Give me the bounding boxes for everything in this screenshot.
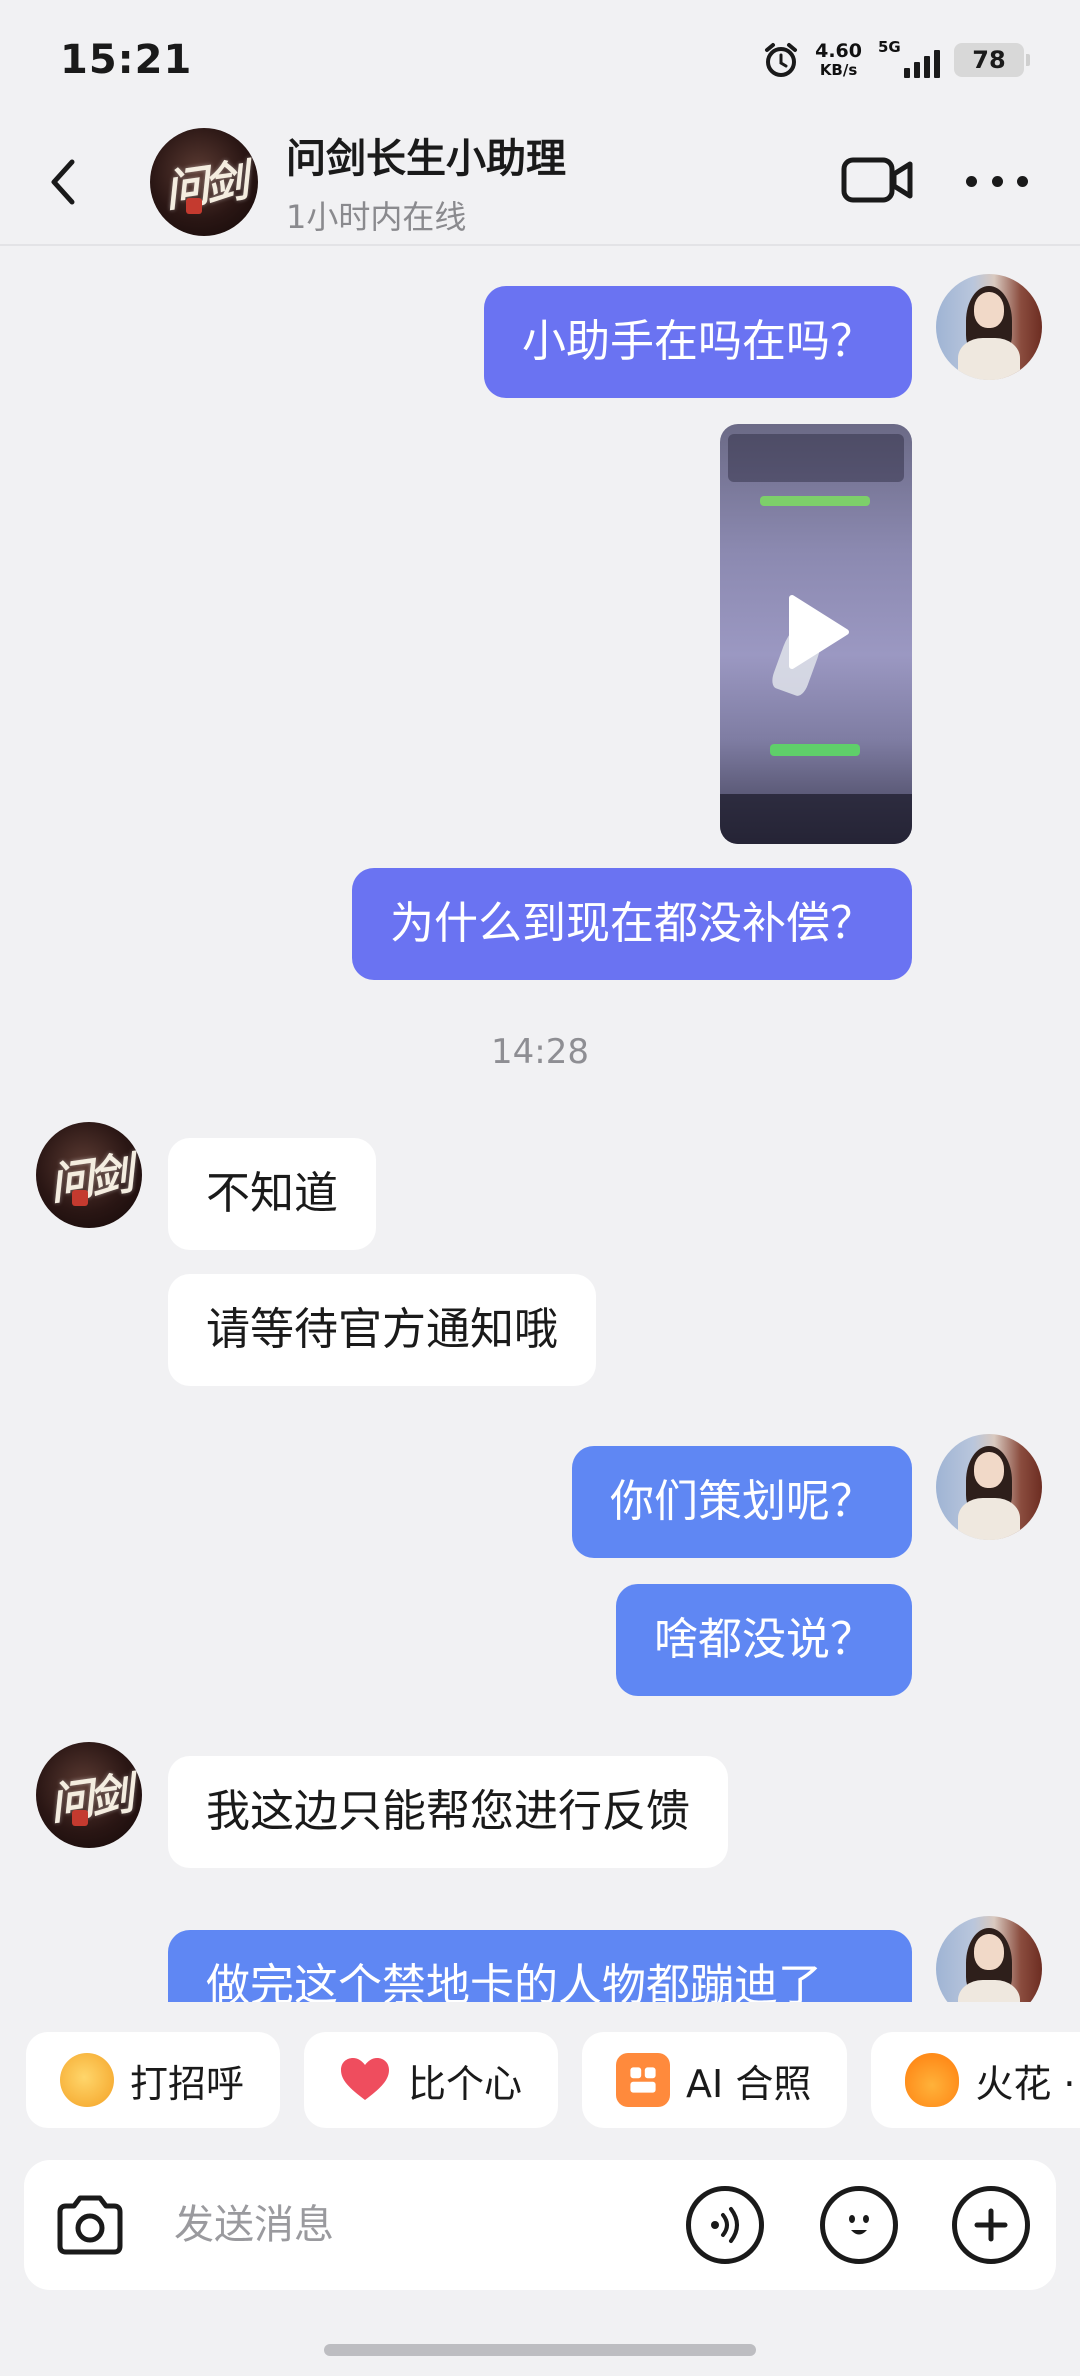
contact-avatar[interactable]: 问剑	[150, 128, 258, 236]
contact-avatar[interactable]: 问剑	[36, 1122, 142, 1228]
video-call-icon	[841, 157, 913, 203]
quick-reply-label: 比个心	[408, 2061, 523, 2106]
camera-icon	[57, 2195, 123, 2255]
message-bubble-in[interactable]: 我这边只能帮您进行反馈	[168, 1756, 728, 1868]
video-call-button[interactable]	[840, 150, 916, 210]
plus-icon	[974, 2208, 1008, 2242]
alarm-icon	[761, 40, 801, 80]
quick-replies: 打招呼 比个心 AI 合照 火花 ·	[26, 2032, 1080, 2128]
net-speed-value: 4.60	[815, 40, 862, 62]
message-input-bar	[24, 2160, 1056, 2290]
video-message[interactable]	[720, 424, 912, 844]
status-bar: 15:21 4.60 KB/s 5G 78	[0, 0, 1080, 120]
message-bubble-in[interactable]: 请等待官方通知哦	[168, 1274, 596, 1386]
message-timestamp: 14:28	[491, 1032, 589, 1072]
user-avatar[interactable]	[936, 1916, 1042, 2002]
quick-reply-ai-photo[interactable]: AI 合照	[582, 2032, 848, 2128]
message-bubble-out[interactable]: 为什么到现在都没补偿？	[352, 868, 912, 980]
net-speed-unit: KB/s	[819, 61, 858, 79]
back-arrow-icon	[51, 159, 75, 205]
more-icon	[966, 175, 977, 187]
status-icons: 4.60 KB/s 5G 78	[761, 38, 1030, 80]
signal-icon: 5G	[876, 38, 940, 78]
spark-icon	[905, 2053, 960, 2107]
avatar-logo-text: 问剑	[46, 1768, 133, 1831]
ai-photo-icon	[616, 2053, 671, 2107]
user-avatar[interactable]	[936, 274, 1042, 380]
user-avatar[interactable]	[936, 1434, 1042, 1540]
contact-status: 1小时内在线	[286, 198, 467, 236]
avatar-logo-text: 问剑	[46, 1148, 133, 1211]
avatar-logo-text: 问剑	[161, 155, 248, 218]
heart-icon	[338, 2053, 392, 2107]
chat-header: 问剑 问剑长生小助理 1小时内在线	[0, 120, 1080, 246]
more-button[interactable]	[962, 156, 1032, 206]
message-bubble-out[interactable]: 做完这个禁地卡的人物都蹦迪了	[168, 1930, 912, 2002]
quick-reply-label: 打招呼	[130, 2061, 245, 2106]
voice-button[interactable]	[686, 2186, 764, 2264]
quick-reply-spark[interactable]: 火花 ·	[871, 2032, 1080, 2128]
message-input[interactable]	[174, 2190, 654, 2260]
contact-name: 问剑长生小助理	[286, 136, 566, 182]
battery-level: 78	[972, 46, 1006, 74]
emoji-icon	[849, 2215, 869, 2235]
contact-avatar[interactable]: 问剑	[36, 1742, 142, 1848]
quick-reply-greet[interactable]: 打招呼	[26, 2032, 281, 2128]
back-button[interactable]	[42, 152, 102, 212]
message-bubble-in[interactable]: 不知道	[168, 1138, 376, 1250]
quick-reply-label: 火花 ·	[975, 2061, 1076, 2106]
chat-messages[interactable]: 小助手在吗在吗？ 为什么到现在都没补偿？ 14:28 问剑 不知道 请等待官方通…	[0, 248, 1080, 2002]
camera-button[interactable]	[52, 2190, 128, 2260]
quick-reply-heart[interactable]: 比个心	[304, 2032, 559, 2128]
network-speed: 4.60 KB/s	[815, 42, 862, 78]
message-bubble-out[interactable]: 啥都没说？	[616, 1584, 912, 1696]
contact-info[interactable]: 问剑长生小助理 1小时内在线	[286, 126, 566, 238]
message-bubble-out[interactable]: 你们策划呢？	[572, 1446, 912, 1558]
message-bubble-out[interactable]: 小助手在吗在吗？	[484, 286, 912, 398]
plus-button[interactable]	[952, 2186, 1030, 2264]
emoji-button[interactable]	[820, 2186, 898, 2264]
status-time: 15:21	[60, 37, 193, 83]
voice-icon	[711, 2207, 739, 2243]
play-icon[interactable]	[782, 592, 852, 672]
wave-emoji-icon	[60, 2053, 114, 2107]
home-indicator[interactable]	[324, 2344, 756, 2356]
quick-reply-label: AI 合照	[686, 2061, 812, 2106]
network-type: 5G	[878, 38, 901, 56]
battery-icon: 78	[954, 43, 1030, 77]
